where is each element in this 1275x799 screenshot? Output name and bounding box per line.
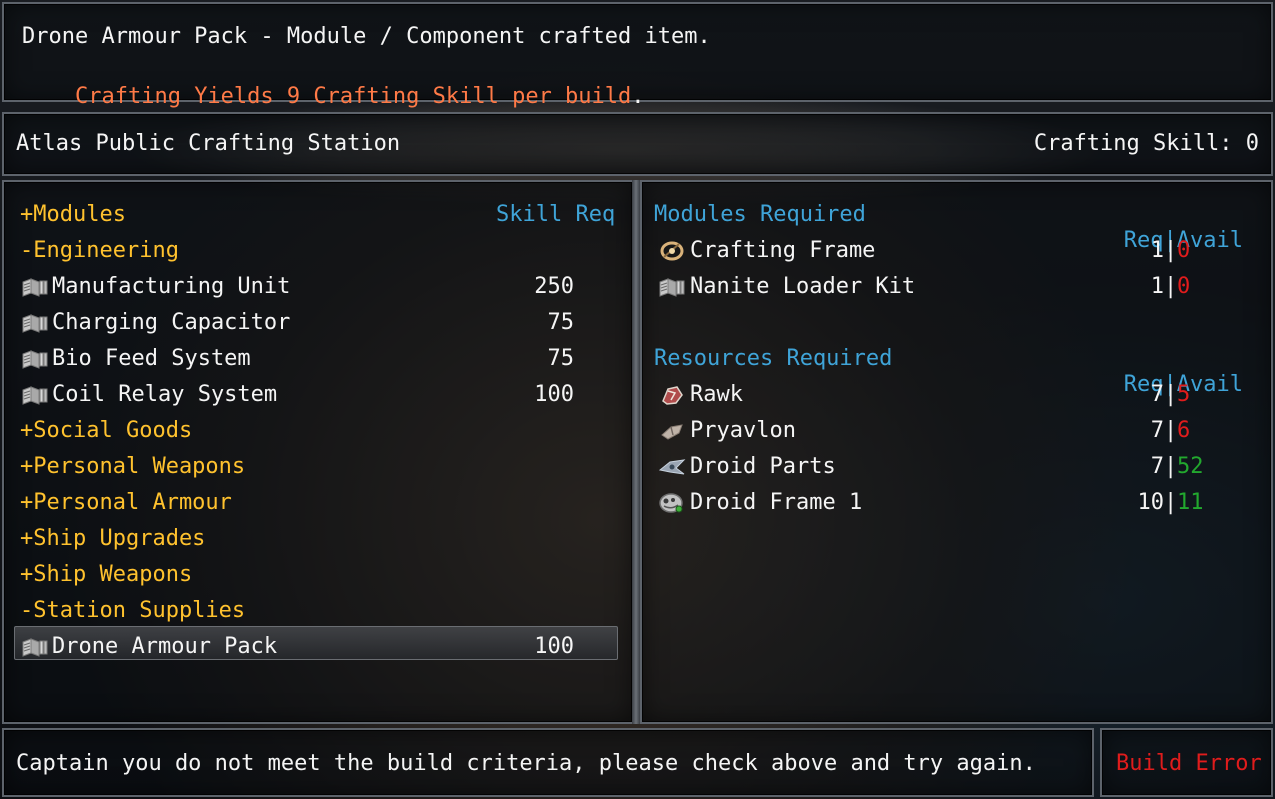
requirement-name: Droid Parts [690, 454, 836, 479]
item-info-panel: Drone Armour Pack - Module / Component c… [2, 2, 1273, 109]
requirement-req: 1 [1150, 274, 1164, 299]
recipe-item[interactable]: Manufacturing Unit [52, 274, 290, 300]
rawk-icon [657, 382, 687, 408]
requirement-separator: | [1164, 382, 1178, 407]
module-icon [20, 310, 50, 336]
modules-required-header: Modules Required [654, 202, 866, 227]
pryavlon-icon [657, 418, 687, 444]
status-message: Captain you do not meet the build criter… [16, 751, 1036, 776]
category-row[interactable]: -Engineering [20, 238, 179, 264]
resources-required-header: Resources Required [654, 346, 893, 371]
category-row[interactable]: +Personal Armour [20, 490, 232, 516]
droid-parts-icon [657, 454, 687, 480]
recipe-item[interactable]: Bio Feed System [52, 346, 251, 372]
requirement-avail: 5 [1177, 382, 1191, 407]
requirement-req: 1 [1150, 238, 1164, 263]
recipe-skill-req: 100 [534, 382, 574, 407]
requirement-req: 10 [1137, 490, 1165, 515]
requirement-name: Pryavlon [690, 418, 796, 443]
station-name: Atlas Public Crafting Station [16, 131, 401, 156]
crafting-yield-value: Crafting Yields 9 Crafting Skill per bui… [74, 84, 632, 109]
status-message-panel: Captain you do not meet the build criter… [2, 728, 1094, 797]
build-button[interactable]: Build Error [1100, 728, 1273, 797]
requirement-separator: | [1164, 238, 1178, 263]
requirement-separator: | [1164, 418, 1178, 443]
skill-req-header: Skill Req [496, 202, 616, 227]
module-icon [20, 346, 50, 372]
module-icon [20, 382, 50, 408]
recipe-skill-req: 75 [547, 310, 575, 335]
build-button-label: Build Error [1116, 751, 1262, 776]
recipe-skill-req: 100 [534, 634, 574, 659]
requirement-avail: 52 [1177, 454, 1204, 479]
station-title-bar: Atlas Public Crafting Station Crafting S… [2, 112, 1273, 176]
module-icon [20, 634, 50, 660]
requirement-avail: 0 [1177, 274, 1191, 299]
recipe-item[interactable]: Drone Armour Pack [52, 634, 277, 660]
recipe-skill-req: 75 [547, 346, 575, 371]
category-row[interactable]: -Station Supplies [20, 598, 245, 624]
requirement-req: 7 [1150, 382, 1164, 407]
module-icon [657, 274, 687, 300]
category-row[interactable]: +Social Goods [20, 418, 192, 444]
requirement-avail: 11 [1177, 490, 1204, 515]
item-description: Drone Armour Pack - Module / Component c… [22, 24, 711, 49]
droid-frame-icon [657, 490, 687, 516]
requirement-name: Rawk [690, 382, 743, 407]
recipe-item[interactable]: Charging Capacitor [52, 310, 290, 336]
requirement-avail: 6 [1177, 418, 1191, 443]
requirement-avail: 0 [1177, 238, 1191, 263]
category-modules[interactable]: +Modules [20, 202, 126, 228]
recipe-item[interactable]: Coil Relay System [52, 382, 277, 408]
requirement-req: 7 [1150, 418, 1164, 443]
panel-divider [632, 180, 640, 724]
recipe-skill-req: 250 [534, 274, 574, 299]
category-row[interactable]: +Ship Upgrades [20, 526, 205, 552]
crafting-skill-label: Crafting Skill: 0 [1033, 131, 1259, 156]
requirement-separator: | [1164, 490, 1178, 515]
crafting-frame-icon [657, 238, 687, 264]
category-row[interactable]: +Ship Weapons [20, 562, 192, 588]
requirement-separator: | [1164, 274, 1178, 299]
requirement-name: Droid Frame 1 [690, 490, 863, 515]
requirement-name: Nanite Loader Kit [690, 274, 916, 299]
requirement-separator: | [1164, 454, 1178, 479]
module-icon [20, 274, 50, 300]
crafting-yield-period: . [631, 84, 645, 109]
requirement-name: Crafting Frame [690, 238, 876, 263]
requirement-req: 7 [1150, 454, 1164, 479]
category-row[interactable]: +Personal Weapons [20, 454, 245, 480]
